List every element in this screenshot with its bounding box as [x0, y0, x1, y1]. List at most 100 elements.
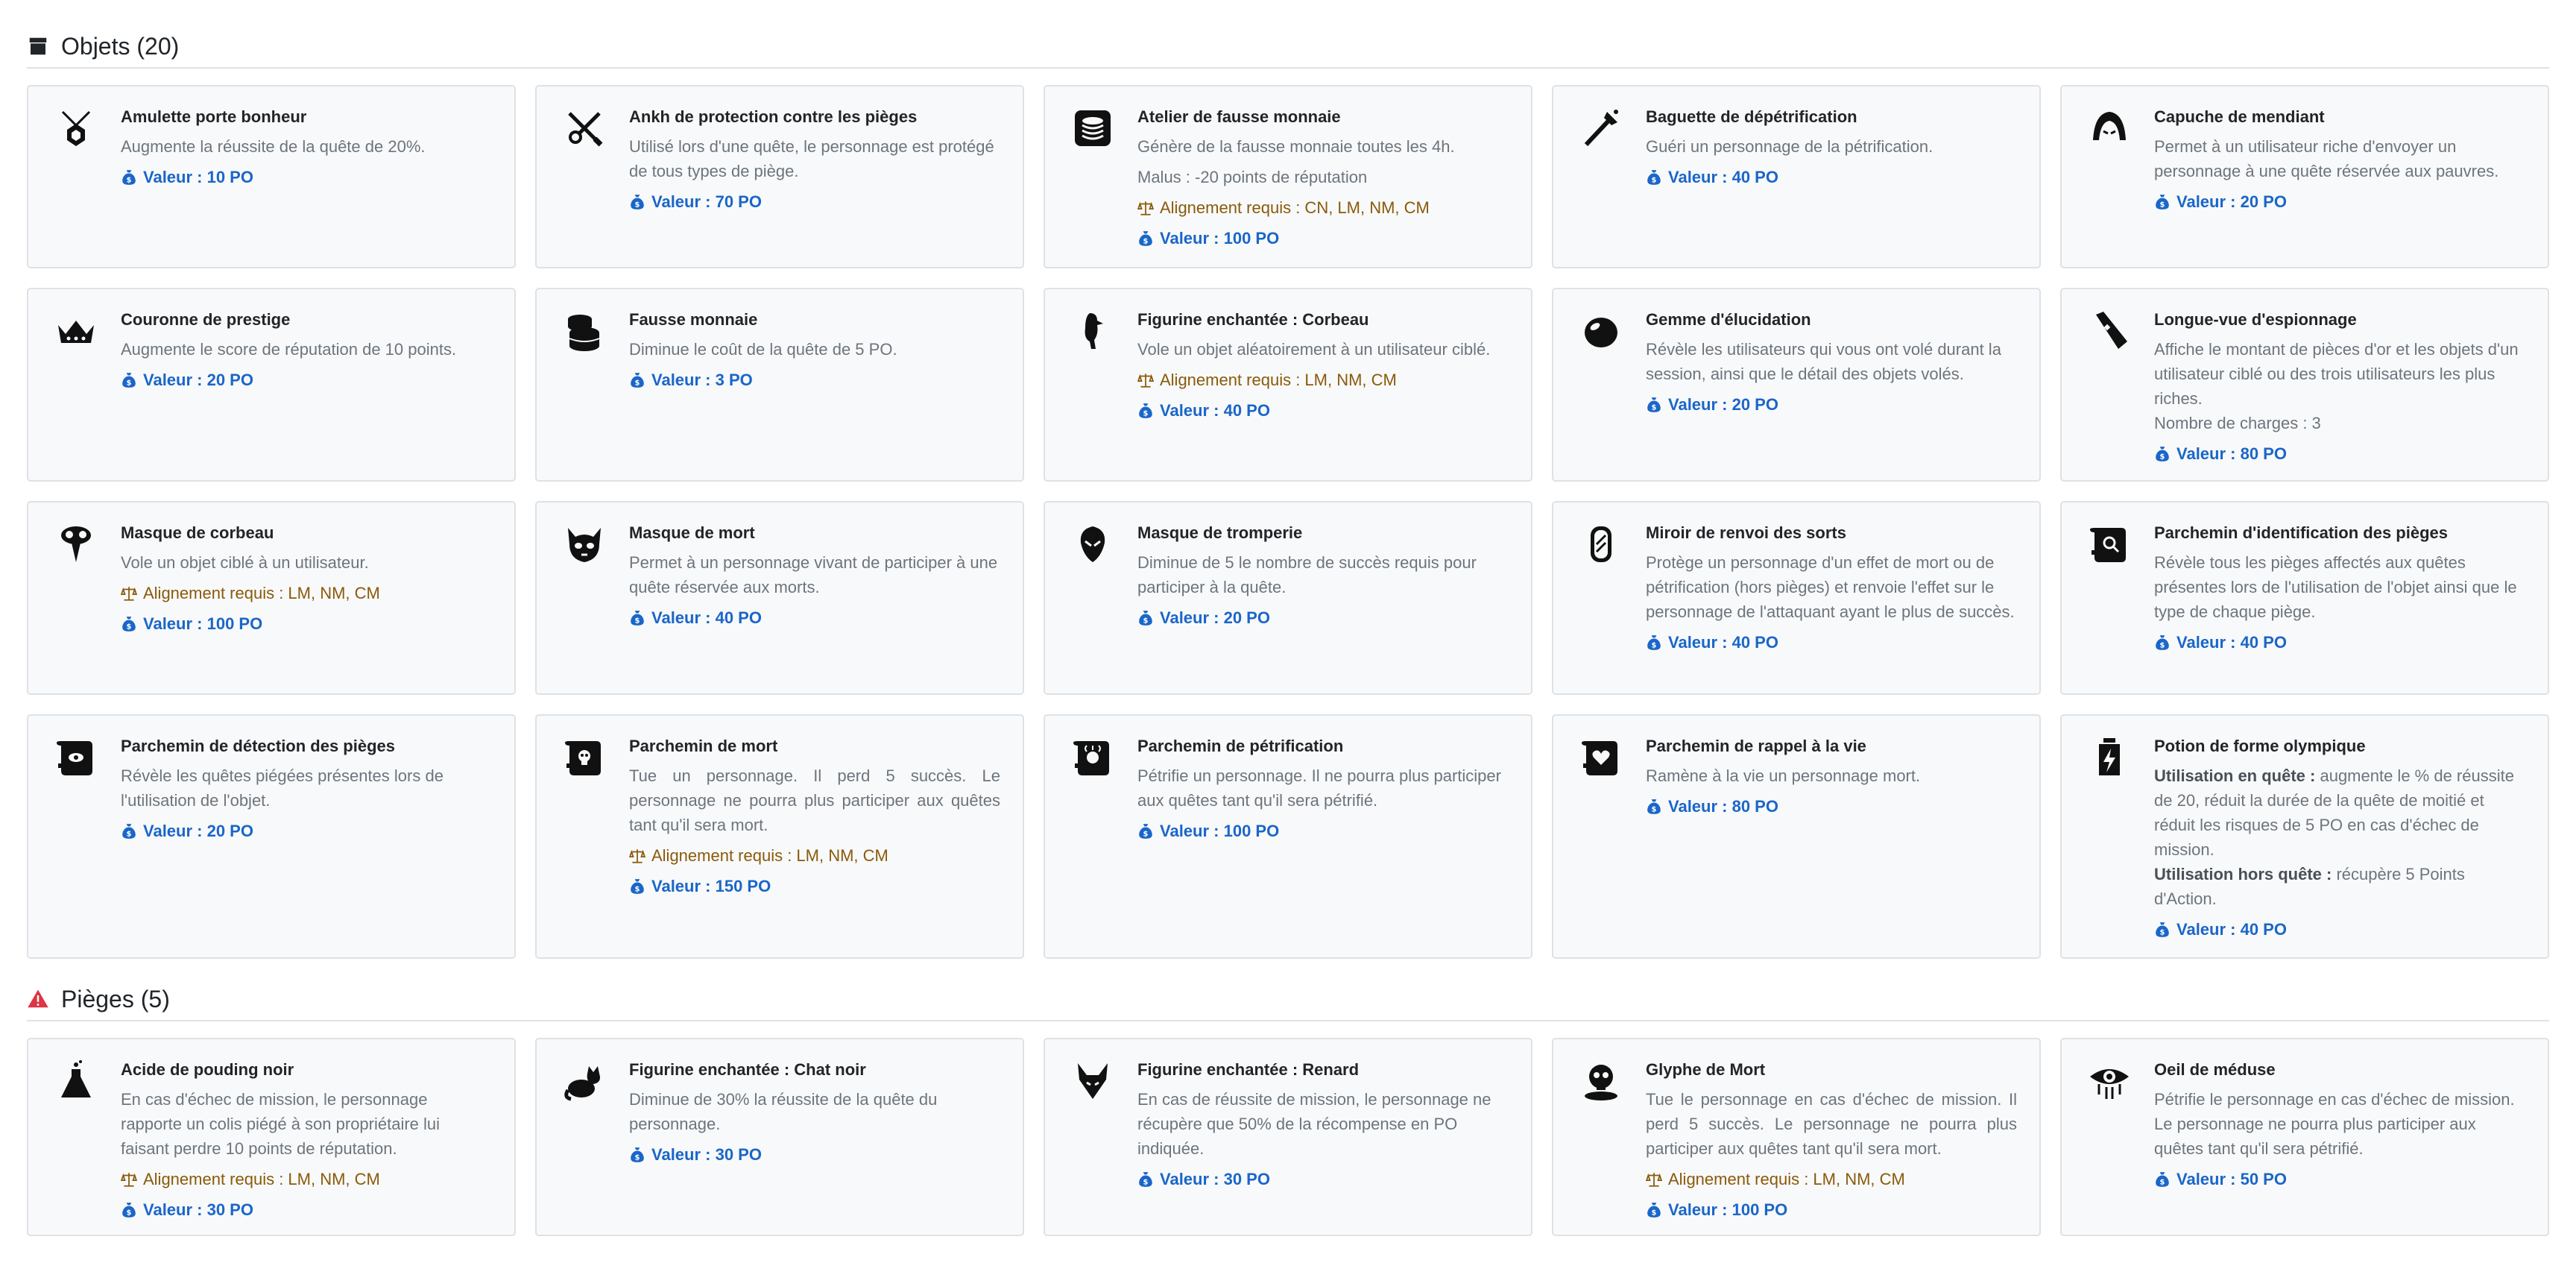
money-bag-icon: $: [631, 194, 644, 210]
trap-card[interactable]: Acide de pouding noir En cas d'échec de …: [27, 1038, 516, 1236]
item-value-text: Valeur : 40 PO: [651, 608, 762, 627]
item-card[interactable]: Parchemin de mort Tue un personnage. Il …: [535, 714, 1024, 959]
item-card[interactable]: Potion de forme olympique Utilisation en…: [2060, 714, 2549, 959]
svg-text:$: $: [1143, 237, 1149, 245]
item-card[interactable]: Masque de tromperie Diminue de 5 le nomb…: [1044, 501, 1532, 695]
money-bag-icon: $: [631, 372, 644, 388]
item-alignment-text: Alignement requis : LM, NM, CM: [143, 584, 380, 602]
item-value-text: Valeur : 40 PO: [2176, 633, 2287, 652]
item-value: $ Valeur : 40 PO: [2154, 630, 2525, 655]
svg-text:$: $: [1652, 805, 1657, 813]
item-card[interactable]: Fausse monnaie Diminue le coût de la quê…: [535, 288, 1024, 482]
item-title: Masque de corbeau: [121, 523, 274, 542]
item-card[interactable]: Ankh de protection contre les pièges Uti…: [535, 85, 1024, 268]
item-value-text: Valeur : 20 PO: [1160, 608, 1270, 627]
balance-scale-icon: [1137, 201, 1154, 215]
money-bag-icon: $: [122, 823, 136, 839]
item-card[interactable]: Capuche de mendiant Permet à un utilisat…: [2060, 85, 2549, 268]
item-value: $ Valeur : 30 PO: [121, 1197, 492, 1222]
item-value-text: Valeur : 100 PO: [1160, 822, 1280, 840]
item-card[interactable]: Parchemin de pétrification Pétrifie un p…: [1044, 714, 1532, 959]
trap-card[interactable]: Glyphe de Mort Tue le personnage en cas …: [1552, 1038, 2041, 1236]
spyglass-icon: [2087, 309, 2132, 353]
item-value-text: Valeur : 20 PO: [2176, 192, 2287, 211]
item-description: Affiche le montant de pièces d'or et les…: [2154, 340, 2519, 408]
item-value: $ Valeur : 30 PO: [629, 1142, 1000, 1167]
objets-grid: Amulette porte bonheur Augmente la réuss…: [27, 85, 2549, 959]
item-value: $ Valeur : 20 PO: [1646, 392, 2017, 417]
svg-text:$: $: [127, 176, 132, 184]
item-card[interactable]: Couronne de prestige Augmente le score d…: [27, 288, 516, 482]
money-bag-icon: $: [2156, 194, 2169, 210]
item-card[interactable]: Parchemin de détection des pièges Révèle…: [27, 714, 516, 959]
item-value-text: Valeur : 50 PO: [2176, 1170, 2287, 1188]
item-title: Oeil de méduse: [2154, 1060, 2276, 1079]
money-bag-icon: $: [2156, 1171, 2169, 1187]
item-alignment-text: Alignement requis : LM, NM, CM: [143, 1170, 380, 1188]
item-value-text: Valeur : 80 PO: [2176, 444, 2287, 463]
item-card[interactable]: Figurine enchantée : Corbeau Vole un obj…: [1044, 288, 1532, 482]
trap-card[interactable]: Figurine enchantée : Renard En cas de ré…: [1044, 1038, 1532, 1236]
item-value: $ Valeur : 40 PO: [1137, 398, 1509, 423]
item-description: Tue un personnage. Il perd 5 succès. Le …: [629, 766, 1000, 834]
item-value: $ Valeur : 40 PO: [1646, 630, 2017, 655]
money-bag-icon: $: [1139, 823, 1152, 839]
item-value-text: Valeur : 20 PO: [1668, 395, 1778, 414]
item-description: Vole un objet ciblé à un utilisateur.: [121, 553, 369, 572]
item-card[interactable]: Gemme d'élucidation Révèle les utilisate…: [1552, 288, 2041, 482]
item-value-text: Valeur : 10 PO: [143, 168, 253, 186]
item-title: Parchemin de détection des pièges: [121, 737, 396, 755]
item-title: Couronne de prestige: [121, 310, 291, 329]
item-alignment-text: Alignement requis : LM, NM, CM: [651, 846, 888, 865]
item-description: Augmente le score de réputation de 10 po…: [121, 340, 457, 359]
item-card[interactable]: Baguette de dépétrification Guéri un per…: [1552, 85, 2041, 268]
fox-icon: [1070, 1059, 1115, 1103]
item-title: Figurine enchantée : Corbeau: [1137, 310, 1369, 329]
item-card[interactable]: Longue-vue d'espionnage Affiche le monta…: [2060, 288, 2549, 482]
item-title: Ankh de protection contre les pièges: [629, 107, 918, 126]
item-value-text: Valeur : 70 PO: [651, 192, 762, 211]
item-value-text: Valeur : 30 PO: [143, 1200, 253, 1219]
item-description: Augmente la réussite de la quête de 20%.: [121, 137, 426, 156]
item-usage-offquest: Utilisation hors quête : récupère 5 Poin…: [2154, 862, 2525, 911]
item-card[interactable]: Parchemin de rappel à la vie Ramène à la…: [1552, 714, 2041, 959]
item-title: Atelier de fausse monnaie: [1137, 107, 1341, 126]
usage-label: Utilisation hors quête :: [2154, 865, 2332, 884]
item-value: $ Valeur : 30 PO: [1137, 1167, 1509, 1191]
item-title: Acide de pouding noir: [121, 1060, 294, 1079]
item-card[interactable]: Atelier de fausse monnaie Génère de la f…: [1044, 85, 1532, 268]
section-header-pieges: Pièges (5): [27, 978, 2549, 1021]
item-value-text: Valeur : 20 PO: [143, 822, 253, 840]
item-value-text: Valeur : 30 PO: [1160, 1170, 1270, 1188]
crown-icon: [54, 309, 98, 353]
item-card[interactable]: Masque de corbeau Vole un objet ciblé à …: [27, 501, 516, 695]
money-bag-icon: $: [1139, 610, 1152, 626]
item-card[interactable]: Masque de mort Permet à un personnage vi…: [535, 501, 1024, 695]
trap-card[interactable]: Figurine enchantée : Chat noir Diminue d…: [535, 1038, 1024, 1236]
item-card[interactable]: Amulette porte bonheur Augmente la réuss…: [27, 85, 516, 268]
page: Objets (20) Amulette porte bonheur Augme…: [0, 0, 2576, 1263]
item-card[interactable]: Miroir de renvoi des sorts Protège un pe…: [1552, 501, 2041, 695]
item-value: $ Valeur : 150 PO: [629, 874, 1000, 898]
item-value: $ Valeur : 20 PO: [121, 368, 492, 392]
item-description: Révèle les utilisateurs qui vous ont vol…: [1646, 340, 2001, 383]
item-title: Amulette porte bonheur: [121, 107, 307, 126]
item-value: $ Valeur : 20 PO: [121, 819, 492, 843]
money-bag-icon: $: [631, 878, 644, 894]
alien-mask-icon: [1070, 522, 1115, 567]
flask-icon: [54, 1059, 98, 1103]
wand-icon: [1579, 106, 1623, 151]
item-description: Vole un objet aléatoirement à un utilisa…: [1137, 340, 1491, 359]
item-title: Longue-vue d'espionnage: [2154, 310, 2357, 329]
item-value-text: Valeur : 40 PO: [1160, 401, 1270, 420]
item-description: Protège un personnage d'un effet de mort…: [1646, 553, 2015, 621]
trap-card[interactable]: Oeil de méduse Pétrifie le personnage en…: [2060, 1038, 2549, 1236]
scroll-skull-icon: [562, 735, 607, 780]
item-description: Diminue de 5 le nombre de succès requis …: [1137, 553, 1477, 596]
item-alignment: Alignement requis : LM, NM, CM: [629, 843, 1000, 868]
svg-text:$: $: [1143, 1178, 1149, 1186]
item-card[interactable]: Parchemin d'identification des pièges Ré…: [2060, 501, 2549, 695]
item-description: En cas de réussite de mission, le person…: [1137, 1090, 1491, 1158]
coins-icon: [562, 309, 607, 353]
money-bag-icon: $: [122, 616, 136, 632]
